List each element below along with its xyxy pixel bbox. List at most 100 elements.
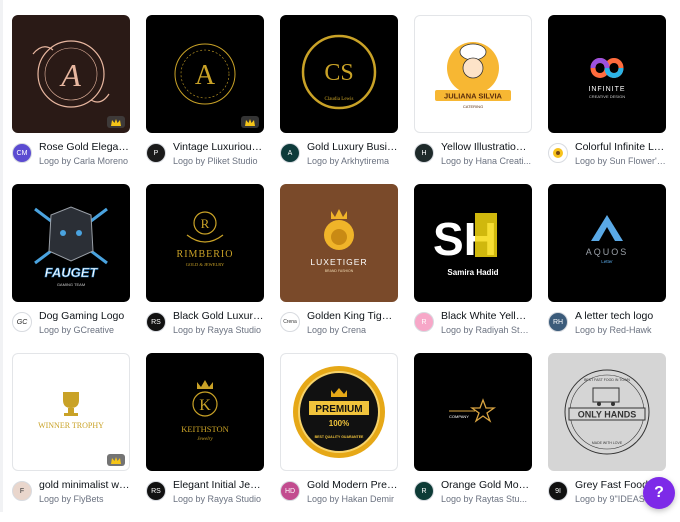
help-button[interactable]: ? bbox=[643, 477, 675, 509]
author-avatar[interactable]: RH bbox=[548, 312, 568, 332]
template-author[interactable]: Logo by Hana Creati... bbox=[441, 155, 532, 167]
template-title[interactable]: Black Gold Luxury Logo bbox=[173, 310, 264, 323]
template-author[interactable]: Logo by Red-Hawk bbox=[575, 324, 666, 336]
author-avatar[interactable]: R bbox=[414, 312, 434, 332]
template-thumbnail[interactable]: A bbox=[146, 15, 264, 133]
template-card[interactable]: JULIANA SILVIA CATERING H Yellow Illustr… bbox=[414, 15, 532, 167]
template-card[interactable]: SH Samira Hadid R Black White Yellow Log… bbox=[414, 184, 532, 336]
template-card[interactable]: A CM Rose Gold Elegant Logo Logo by Carl… bbox=[12, 15, 130, 167]
template-title[interactable]: Gold Luxury Business Logo bbox=[307, 141, 398, 154]
template-thumbnail[interactable]: INFINITE CREATIVE DESIGN bbox=[548, 15, 666, 133]
template-title[interactable]: Colorful Infinite Logo bbox=[575, 141, 666, 154]
template-thumbnail[interactable]: LUXETIGER BRAND FASHION bbox=[280, 184, 398, 302]
template-thumbnail[interactable]: COMPANY bbox=[414, 353, 532, 471]
template-thumbnail[interactable]: ONLY HANDS BEST FAST FOOD IN TOWN MADE W… bbox=[548, 353, 666, 471]
template-meta: R Black White Yellow Logo Logo by Radiya… bbox=[414, 310, 532, 336]
template-title[interactable]: Dog Gaming Logo bbox=[39, 310, 130, 323]
template-title[interactable]: Rose Gold Elegant Logo bbox=[39, 141, 130, 154]
template-card[interactable]: PREMIUM 100% BEST QUALITY GUARANTEE HD G… bbox=[280, 353, 398, 505]
template-author[interactable]: Logo by Crena bbox=[307, 324, 398, 336]
svg-text:CATERING: CATERING bbox=[463, 104, 483, 109]
template-author[interactable]: Logo by GCreative bbox=[39, 324, 130, 336]
svg-text:CREATIVE DESIGN: CREATIVE DESIGN bbox=[589, 94, 625, 99]
author-avatar[interactable]: Crena bbox=[280, 312, 300, 332]
author-avatar[interactable]: GC bbox=[12, 312, 32, 332]
template-card[interactable]: K KEITHSTON Jewelry RS Elegant Initial J… bbox=[146, 353, 264, 505]
crown-icon bbox=[245, 118, 255, 126]
template-card[interactable]: COMPANY R Orange Gold Modern Logo Logo b… bbox=[414, 353, 532, 505]
svg-text:GOLD & JEWELRY: GOLD & JEWELRY bbox=[186, 262, 225, 267]
vintage-wreath-logo-art: A bbox=[174, 43, 236, 105]
author-avatar[interactable]: R bbox=[414, 481, 434, 501]
template-thumbnail[interactable]: PREMIUM 100% BEST QUALITY GUARANTEE bbox=[280, 353, 398, 471]
template-author[interactable]: Logo by Pliket Studio bbox=[173, 155, 264, 167]
template-card[interactable]: A P Vintage Luxurious Logo Logo by Plike… bbox=[146, 15, 264, 167]
template-meta: Colorful Infinite Logo Logo by Sun Flowe… bbox=[548, 141, 666, 167]
svg-text:BEST FAST FOOD IN TOWN: BEST FAST FOOD IN TOWN bbox=[584, 378, 630, 382]
template-author[interactable]: Logo by Sun Flower's... bbox=[575, 155, 666, 167]
template-meta: CM Rose Gold Elegant Logo Logo by Carla … bbox=[12, 141, 130, 167]
template-author[interactable]: Logo by Rayya Studio bbox=[173, 324, 264, 336]
template-author[interactable]: Logo by Arkhytirema bbox=[307, 155, 398, 167]
template-thumbnail[interactable]: FAUGET GAMING TEAM bbox=[12, 184, 130, 302]
template-card[interactable]: LUXETIGER BRAND FASHION Crena Golden Kin… bbox=[280, 184, 398, 336]
gold-jewelry-logo-art: R RIMBERIO GOLD & JEWELRY bbox=[177, 211, 232, 267]
template-meta: Crena Golden King Tiger Logo Logo by Cre… bbox=[280, 310, 398, 336]
template-card[interactable]: AQUOS Letter RH A letter tech logo Logo … bbox=[548, 184, 666, 336]
svg-text:R: R bbox=[201, 216, 210, 231]
author-avatar[interactable]: A bbox=[280, 143, 300, 163]
template-thumbnail[interactable]: A bbox=[12, 15, 130, 133]
template-author[interactable]: Logo by FlyBets bbox=[39, 493, 130, 505]
template-title[interactable]: Orange Gold Modern Logo bbox=[441, 479, 532, 492]
template-title[interactable]: Elegant Initial Jewelry Logo bbox=[173, 479, 264, 492]
template-card[interactable]: R RIMBERIO GOLD & JEWELRY RS Black Gold … bbox=[146, 184, 264, 336]
food-truck-logo-art: ONLY HANDS BEST FAST FOOD IN TOWN MADE W… bbox=[564, 369, 650, 455]
template-thumbnail[interactable]: R RIMBERIO GOLD & JEWELRY bbox=[146, 184, 264, 302]
template-title[interactable]: Yellow Illustration Logo bbox=[441, 141, 532, 154]
premium-crown-badge bbox=[107, 116, 125, 128]
sh-monogram-logo-art: SH Samira Hadid bbox=[433, 213, 499, 277]
template-author[interactable]: Logo by Raytas Stu... bbox=[441, 493, 532, 505]
template-author[interactable]: Logo by Carla Moreno bbox=[39, 155, 130, 167]
template-author[interactable]: Logo by Hakan Demir bbox=[307, 493, 398, 505]
template-title[interactable]: Black White Yellow Logo bbox=[441, 310, 532, 323]
template-author[interactable]: Logo by Radiyah Stu... bbox=[441, 324, 532, 336]
template-card[interactable]: WINNER TROPHY F gold minimalist winner l… bbox=[12, 353, 130, 505]
svg-text:PREMIUM: PREMIUM bbox=[315, 404, 362, 415]
author-avatar[interactable]: RS bbox=[146, 481, 166, 501]
template-thumbnail[interactable]: K KEITHSTON Jewelry bbox=[146, 353, 264, 471]
template-thumbnail[interactable]: CS Claudia Lewis bbox=[280, 15, 398, 133]
template-thumbnail[interactable]: AQUOS Letter bbox=[548, 184, 666, 302]
template-title[interactable]: A letter tech logo bbox=[575, 310, 666, 323]
template-title[interactable]: gold minimalist winner logo bbox=[39, 479, 130, 492]
template-thumbnail[interactable]: JULIANA SILVIA CATERING bbox=[414, 15, 532, 133]
template-thumbnail[interactable]: WINNER TROPHY bbox=[12, 353, 130, 471]
svg-text:LUXETIGER: LUXETIGER bbox=[310, 257, 367, 267]
svg-text:ONLY HANDS: ONLY HANDS bbox=[578, 410, 637, 420]
svg-text:K: K bbox=[199, 397, 211, 414]
author-avatar[interactable]: F bbox=[12, 481, 32, 501]
author-avatar[interactable]: HD bbox=[280, 481, 300, 501]
svg-text:CS: CS bbox=[324, 60, 353, 86]
template-card[interactable]: FAUGET GAMING TEAM GC Dog Gaming Logo Lo… bbox=[12, 184, 130, 336]
template-card[interactable]: INFINITE CREATIVE DESIGN Colorful Infini… bbox=[548, 15, 666, 167]
svg-text:MADE WITH LOVE: MADE WITH LOVE bbox=[592, 441, 623, 445]
template-meta: H Yellow Illustration Logo Logo by Hana … bbox=[414, 141, 532, 167]
template-author[interactable]: Logo by Rayya Studio bbox=[173, 493, 264, 505]
template-thumbnail[interactable]: SH Samira Hadid bbox=[414, 184, 532, 302]
a-letter-tech-logo-art: AQUOS Letter bbox=[586, 215, 626, 264]
template-meta: RS Elegant Initial Jewelry Logo Logo by … bbox=[146, 479, 264, 505]
template-card[interactable]: CS Claudia Lewis A Gold Luxury Business … bbox=[280, 15, 398, 167]
template-title[interactable]: Vintage Luxurious Logo bbox=[173, 141, 264, 154]
author-avatar[interactable]: RS bbox=[146, 312, 166, 332]
template-title[interactable]: Gold Modern Premium Logo bbox=[307, 479, 398, 492]
template-meta: GC Dog Gaming Logo Logo by GCreative bbox=[12, 310, 130, 336]
template-title[interactable]: Golden King Tiger Logo bbox=[307, 310, 398, 323]
premium-crown-badge bbox=[107, 454, 125, 466]
author-avatar[interactable]: 9I bbox=[548, 481, 568, 501]
author-avatar[interactable]: P bbox=[146, 143, 166, 163]
author-avatar[interactable] bbox=[548, 143, 568, 163]
author-avatar[interactable]: CM bbox=[12, 143, 32, 163]
author-avatar[interactable]: H bbox=[414, 143, 434, 163]
svg-text:GAMING TEAM: GAMING TEAM bbox=[57, 282, 85, 287]
